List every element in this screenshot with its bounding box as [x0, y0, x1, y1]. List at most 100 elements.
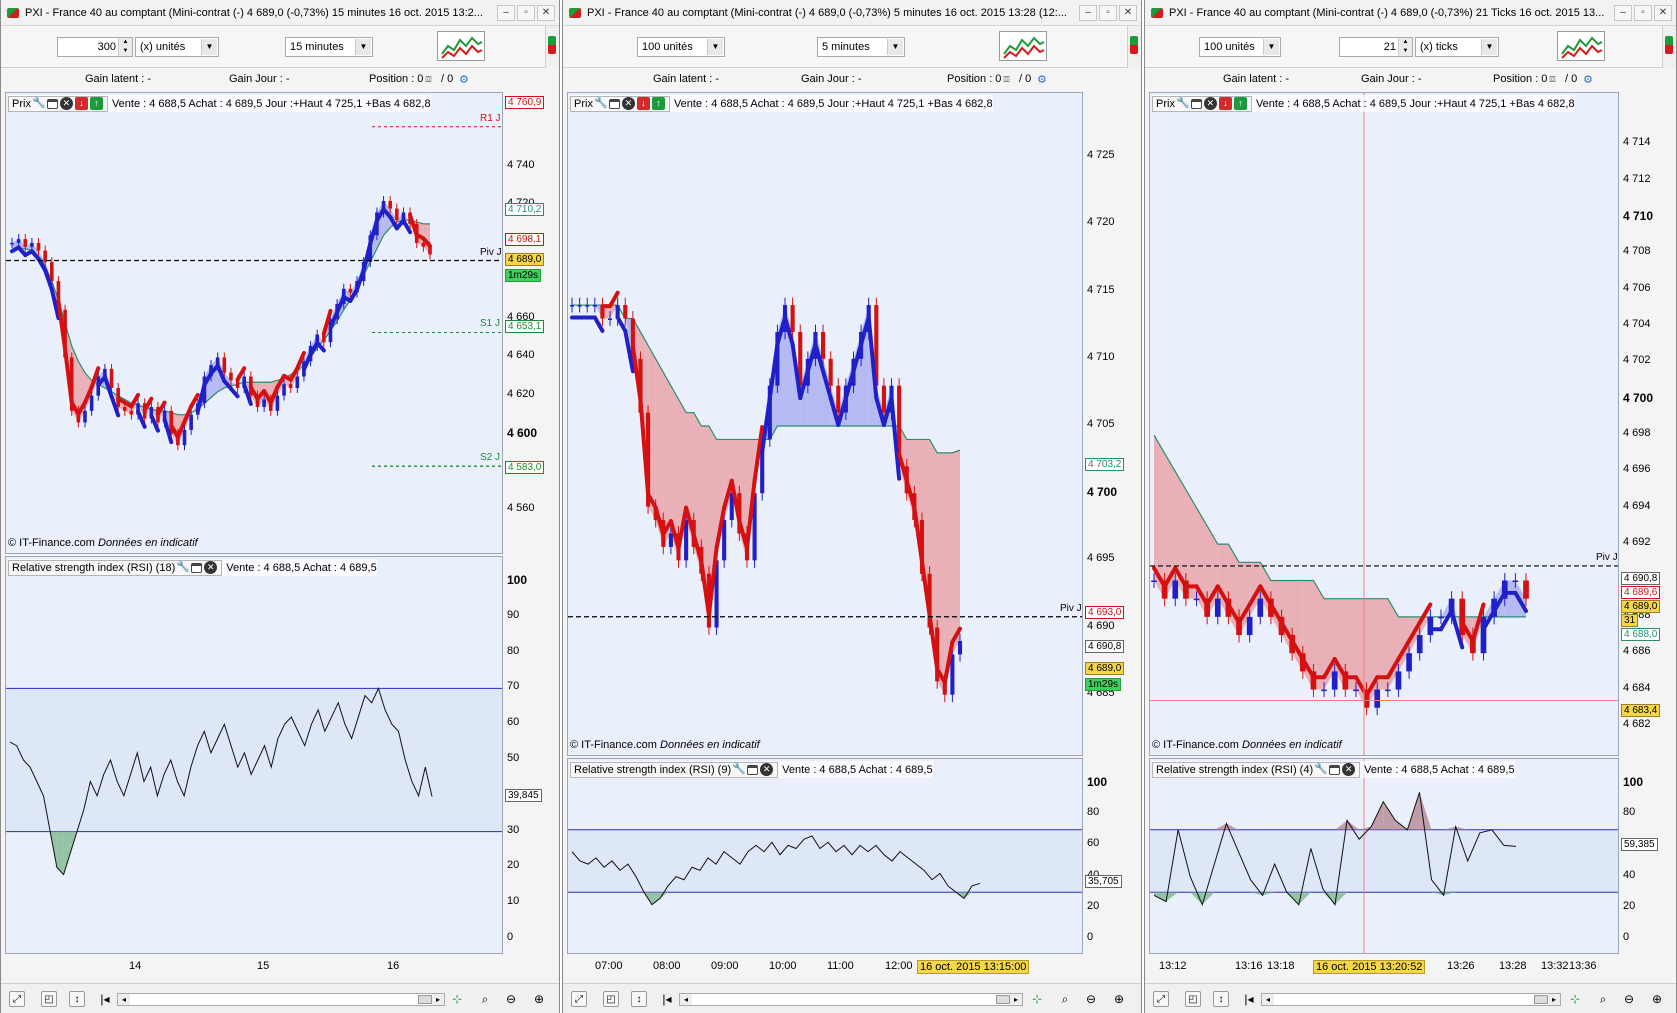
quantity-select[interactable]: 100 unités ▼	[1199, 37, 1281, 57]
arrow-down-icon[interactable]: ↓	[74, 97, 88, 110]
chart-type-button[interactable]	[999, 31, 1047, 61]
zoom-in-icon[interactable]: ⊕	[1649, 991, 1665, 1007]
arrow-up-icon[interactable]: ↑	[1233, 97, 1247, 110]
window-titlebar[interactable]: PXI - France 40 au comptant (Mini-contra…	[1145, 0, 1676, 26]
autoscale-icon[interactable]: ↕	[631, 991, 647, 1007]
price-pane[interactable]: Prix 🔧 ✕ ↓ ↑ Vente : 4 688,5 Achat : 4 6…	[567, 92, 1083, 756]
close-icon[interactable]: ✕	[204, 561, 218, 574]
close-button[interactable]: ✕	[1119, 4, 1137, 21]
unit-select[interactable]: (x) unités ▼	[135, 37, 219, 57]
minimize-button[interactable]: ‒	[1079, 4, 1097, 21]
zoom-out-icon[interactable]: ⊖	[1083, 991, 1099, 1007]
maximize-button[interactable]: ▫	[1099, 4, 1117, 21]
zoom-fit-icon[interactable]: ⤢	[571, 991, 587, 1007]
window-icon[interactable]	[1329, 764, 1341, 775]
wrench-icon[interactable]: 🔧	[32, 97, 46, 110]
autoscale-icon[interactable]: ↕	[1213, 991, 1229, 1007]
side-panel-tab[interactable]	[1127, 26, 1141, 68]
time-axis[interactable]: 14 15 16	[5, 956, 503, 978]
side-panel-tab[interactable]	[545, 26, 559, 68]
price-axis[interactable]: 4 5604 5804 6004 6204 6404 6604 6804 700…	[503, 92, 559, 554]
window-icon[interactable]	[608, 98, 620, 109]
scroll-right-icon[interactable]: ▸	[432, 994, 444, 1005]
gear-icon[interactable]: ⚙	[1583, 73, 1593, 86]
wrench-icon[interactable]: 🔧	[176, 561, 190, 574]
quantity-select[interactable]: 100 unités ▼	[637, 37, 725, 57]
scroll-left-icon[interactable]: ◂	[680, 994, 692, 1005]
time-scrollbar[interactable]: ◂ ▸	[679, 993, 1023, 1006]
time-axis[interactable]: 07:00 08:00 09:00 10:00 11:00 12:00 16 oct. 20…	[567, 956, 1083, 978]
zoom-area-icon[interactable]: ◰	[1185, 991, 1201, 1007]
autoscale-icon[interactable]: ↕	[69, 991, 85, 1007]
zoom-fit-icon[interactable]: ⤢	[1153, 991, 1169, 1007]
time-scrollbar[interactable]: ◂ ▸	[1261, 993, 1561, 1006]
price-axis[interactable]: 4 6824 6844 6864 6884 6904 6924 6944 696…	[1619, 92, 1676, 756]
chart-type-button[interactable]	[1557, 31, 1605, 61]
wrench-icon[interactable]: 🔧	[1314, 763, 1328, 776]
scroll-left-icon[interactable]: ◂	[118, 994, 130, 1005]
zoom-reset-icon[interactable]: ⌕	[1057, 991, 1073, 1007]
chevron-down-icon[interactable]: ▼	[355, 39, 371, 55]
maximize-button[interactable]: ▫	[517, 4, 535, 21]
scroll-start-icon[interactable]: |◂	[659, 991, 675, 1007]
wrench-icon[interactable]: 🔧	[732, 763, 746, 776]
price-pane[interactable]: Prix 🔧 ✕ ↓ ↑ Vente : 4 688,5 Achat : 4 6…	[1149, 92, 1619, 756]
maximize-button[interactable]: ▫	[1634, 4, 1652, 21]
zoom-reset-icon[interactable]: ⌕	[1595, 991, 1611, 1007]
chevron-down-icon[interactable]: ▼	[707, 39, 723, 55]
chevron-down-icon[interactable]: ▼	[1263, 39, 1279, 55]
window-icon[interactable]	[747, 764, 759, 775]
scroll-thumb[interactable]	[418, 995, 432, 1004]
wrench-icon[interactable]: 🔧	[594, 97, 608, 110]
close-button[interactable]: ✕	[537, 4, 555, 21]
arrow-up-icon[interactable]: ↑	[89, 97, 103, 110]
side-panel-tab[interactable]	[1662, 26, 1676, 68]
price-pane[interactable]: Prix 🔧 ✕ ↓ ↑ Vente : 4 688,5 Achat : 4 6…	[5, 92, 503, 554]
gear-icon[interactable]: ⚙	[459, 73, 469, 86]
close-icon[interactable]: ✕	[621, 97, 635, 110]
zoom-out-icon[interactable]: ⊖	[1621, 991, 1637, 1007]
close-icon[interactable]: ✕	[1203, 97, 1217, 110]
period-select[interactable]: 15 minutes ▼	[285, 37, 373, 57]
gear-icon[interactable]: ⚙	[1037, 73, 1047, 86]
zoom-reset-icon[interactable]: ⌕	[477, 991, 493, 1007]
window-icon[interactable]	[1190, 98, 1202, 109]
rsi-pane[interactable]: Relative strength index (RSI) (4) 🔧 ✕ Ve…	[1149, 758, 1619, 954]
tick-count-stepper[interactable]: 21 ▲ ▼	[1339, 37, 1413, 57]
crosshair-icon[interactable]: ⊹	[449, 991, 465, 1007]
window-titlebar[interactable]: PXI - France 40 au comptant (Mini-contra…	[563, 0, 1141, 26]
tick-unit-select[interactable]: (x) ticks ▼	[1415, 37, 1499, 57]
price-axis[interactable]: 4 685 4 690 4 695 4 700 4 705 4 710 4 715 4 720…	[1083, 92, 1141, 756]
crosshair-icon[interactable]: ⊹	[1029, 991, 1045, 1007]
arrow-down-icon[interactable]: ↓	[1218, 97, 1232, 110]
rsi-pane[interactable]: Relative strength index (RSI) (9) 🔧 ✕ Ve…	[567, 758, 1083, 954]
zoom-in-icon[interactable]: ⊕	[1111, 991, 1127, 1007]
scroll-start-icon[interactable]: |◂	[1241, 991, 1257, 1007]
scroll-thumb[interactable]	[1534, 995, 1548, 1004]
zoom-in-icon[interactable]: ⊕	[531, 991, 547, 1007]
zoom-out-icon[interactable]: ⊖	[503, 991, 519, 1007]
scroll-start-icon[interactable]: |◂	[97, 991, 113, 1007]
scroll-right-icon[interactable]: ▸	[1548, 994, 1560, 1005]
close-icon[interactable]: ✕	[1342, 763, 1356, 776]
close-icon[interactable]: ✕	[59, 97, 73, 110]
zoom-fit-icon[interactable]: ⤢	[9, 991, 25, 1007]
spin-arrows-icon[interactable]: ▲ ▼	[118, 38, 132, 56]
chevron-down-icon[interactable]: ▼	[1481, 39, 1497, 55]
scroll-left-icon[interactable]: ◂	[1262, 994, 1274, 1005]
minimize-button[interactable]: ‒	[497, 4, 515, 21]
rsi-axis[interactable]: 10080604020035,705	[1083, 758, 1141, 954]
position-edit-icon[interactable]: ⧈	[1003, 73, 1010, 86]
window-icon[interactable]	[191, 562, 203, 573]
close-button[interactable]: ✕	[1654, 4, 1672, 21]
crosshair-icon[interactable]: ⊹	[1567, 991, 1583, 1007]
rsi-pane[interactable]: Relative strength index (RSI) (18) 🔧 ✕ V…	[5, 556, 503, 954]
scroll-right-icon[interactable]: ▸	[1010, 994, 1022, 1005]
arrow-down-icon[interactable]: ↓	[636, 97, 650, 110]
time-axis[interactable]: 13:12 13:16 13:18 13:26 13:28 13:32 13:36 16 oc…	[1149, 956, 1619, 978]
spin-arrows-icon[interactable]: ▲ ▼	[1398, 38, 1412, 56]
position-edit-icon[interactable]: ⧈	[1549, 73, 1556, 86]
minimize-button[interactable]: ‒	[1614, 4, 1632, 21]
position-edit-icon[interactable]: ⧈	[425, 73, 432, 86]
period-select[interactable]: 5 minutes ▼	[817, 37, 905, 57]
